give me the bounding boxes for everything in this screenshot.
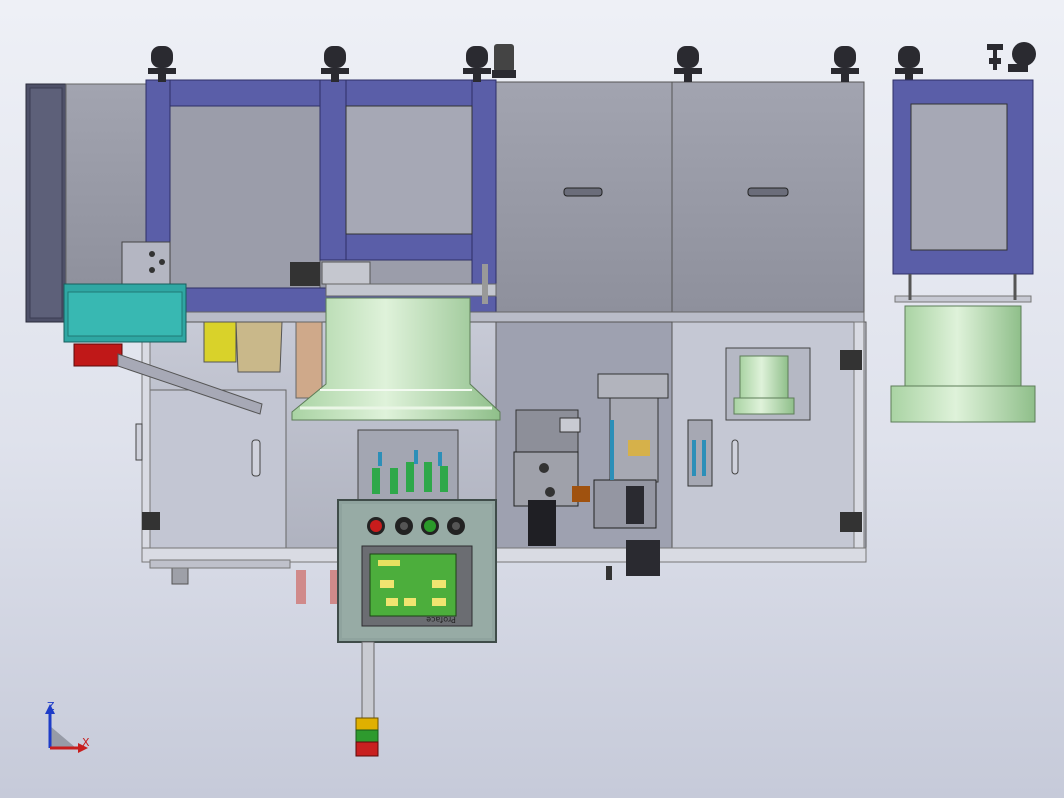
- control-button-start[interactable]: [421, 517, 439, 535]
- right-feeder-frame: [890, 79, 1036, 423]
- top-panel-3: [495, 81, 673, 315]
- cabinet-handle: [251, 439, 261, 477]
- cabinet-handle: [731, 439, 739, 475]
- right-vibratory-bowl: [904, 305, 1022, 389]
- hinge: [840, 512, 862, 532]
- door-handle: [563, 187, 603, 197]
- control-panel: Proface: [337, 499, 497, 643]
- hinge: [142, 512, 160, 530]
- small-feeder-bowl: [739, 355, 789, 401]
- tower-light-red: [355, 741, 379, 757]
- hinge: [840, 350, 862, 370]
- top-casters: [148, 42, 1036, 82]
- control-button-stop[interactable]: [367, 517, 385, 535]
- triad-z-label: Z: [47, 700, 55, 713]
- tower-light-green: [355, 729, 379, 743]
- red-reject-box: [73, 343, 123, 367]
- triad-x-label: X: [82, 736, 90, 749]
- signal-tower: [355, 641, 379, 757]
- machine-assembly-model[interactable]: Proface Z X: [0, 0, 1064, 798]
- control-button-selector-2[interactable]: [447, 517, 465, 535]
- yellow-hopper: [203, 321, 237, 363]
- hmi-brand-label: Proface: [426, 615, 456, 624]
- control-button-selector-1[interactable]: [395, 517, 413, 535]
- top-panel-4: [671, 81, 865, 315]
- orientation-triad: Z X: [45, 700, 90, 753]
- tower-light-amber: [355, 717, 379, 731]
- door-handle: [747, 187, 789, 197]
- cad-viewport[interactable]: Proface Z X: [0, 0, 1064, 798]
